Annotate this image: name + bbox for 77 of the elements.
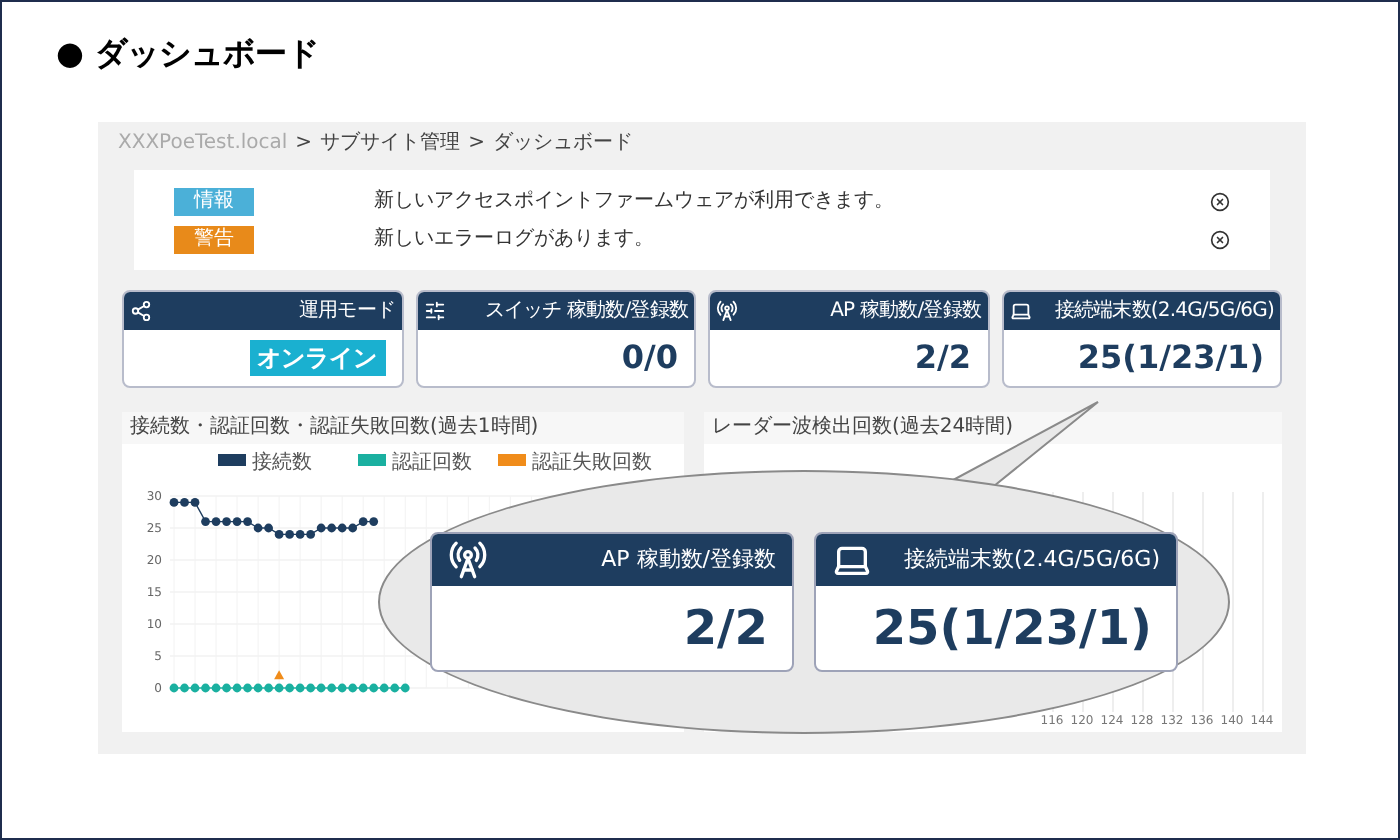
point xyxy=(327,523,337,533)
point xyxy=(222,683,231,693)
point xyxy=(369,517,379,526)
point xyxy=(243,683,252,693)
page-heading: ● ダッシュボード xyxy=(56,32,320,76)
card-label: AP 稼動数/登録数 xyxy=(601,543,776,576)
point xyxy=(190,498,200,507)
card-label: 運用モード xyxy=(298,301,395,321)
point xyxy=(295,530,305,539)
point xyxy=(190,683,200,693)
point xyxy=(306,530,316,539)
point xyxy=(306,683,316,693)
point xyxy=(348,683,358,693)
card-label: スイッチ 稼動数/登録数 xyxy=(484,301,688,321)
point xyxy=(285,683,295,693)
notification-message: 新しいアクセスポイントファームウェアが利用できます。 xyxy=(374,187,896,216)
breadcrumb-separator: > xyxy=(295,130,313,158)
point xyxy=(369,683,379,693)
point xyxy=(253,683,263,693)
point xyxy=(180,498,189,507)
point xyxy=(180,683,189,693)
point xyxy=(390,683,400,693)
point xyxy=(274,530,284,539)
sliders-icon xyxy=(423,300,445,322)
point xyxy=(358,517,368,526)
card-value: 25(1/23/1) xyxy=(872,598,1152,660)
card-label: AP 稼動数/登録数 xyxy=(830,301,981,321)
notification-tag: 警告 xyxy=(174,225,254,253)
close-icon[interactable] xyxy=(1210,191,1230,211)
notification-message: 新しいエラーログがあります。 xyxy=(374,225,656,254)
point xyxy=(201,517,210,526)
card-label: 接続端末数(2.4G/5G/6G) xyxy=(1054,301,1274,321)
notification-tag: 情報 xyxy=(174,187,254,215)
legend-label: 認証失敗回数 xyxy=(532,452,652,474)
point xyxy=(169,498,179,507)
close-icon[interactable] xyxy=(1210,229,1230,249)
point xyxy=(337,683,347,693)
card-value: 2/2 xyxy=(914,336,971,380)
share-icon xyxy=(130,300,152,322)
point xyxy=(211,683,221,693)
point xyxy=(274,683,284,693)
point xyxy=(264,683,273,693)
point xyxy=(285,530,295,539)
point xyxy=(348,523,358,533)
point xyxy=(337,523,347,533)
panel-title: 接続数・認証回数・認証失敗回数(過去1時間) xyxy=(122,412,684,444)
legend-label: 接続数 xyxy=(252,452,312,474)
point xyxy=(358,683,368,693)
antenna-icon xyxy=(448,540,488,580)
card-label: 接続端末数(2.4G/5G/6G) xyxy=(903,543,1160,576)
point xyxy=(232,517,242,526)
card-value: 25(1/23/1) xyxy=(1077,336,1264,380)
point xyxy=(211,517,221,526)
point xyxy=(232,683,242,693)
point xyxy=(243,517,252,526)
data-series xyxy=(274,670,285,680)
point xyxy=(169,683,179,693)
point xyxy=(222,517,231,526)
point xyxy=(201,683,210,693)
point xyxy=(379,683,389,693)
point xyxy=(327,683,337,693)
point xyxy=(253,523,263,533)
point xyxy=(264,523,273,533)
laptop-icon xyxy=(1009,300,1031,322)
breadcrumb-separator: > xyxy=(468,130,485,158)
point xyxy=(295,683,305,693)
card-value: 2/2 xyxy=(683,598,768,660)
point xyxy=(316,523,326,533)
legend-label: 認証回数 xyxy=(392,452,472,474)
antenna-icon xyxy=(716,300,738,322)
panel-title: レーダー波検出回数(過去24時間) xyxy=(704,412,1282,444)
point xyxy=(400,683,410,693)
breadcrumb-item[interactable]: ダッシュボード xyxy=(492,128,633,158)
breadcrumb-item[interactable]: サブサイト管理 xyxy=(320,128,461,158)
point xyxy=(316,683,326,693)
card-value: 0/0 xyxy=(621,336,678,380)
status-badge: オンライン xyxy=(249,340,385,376)
